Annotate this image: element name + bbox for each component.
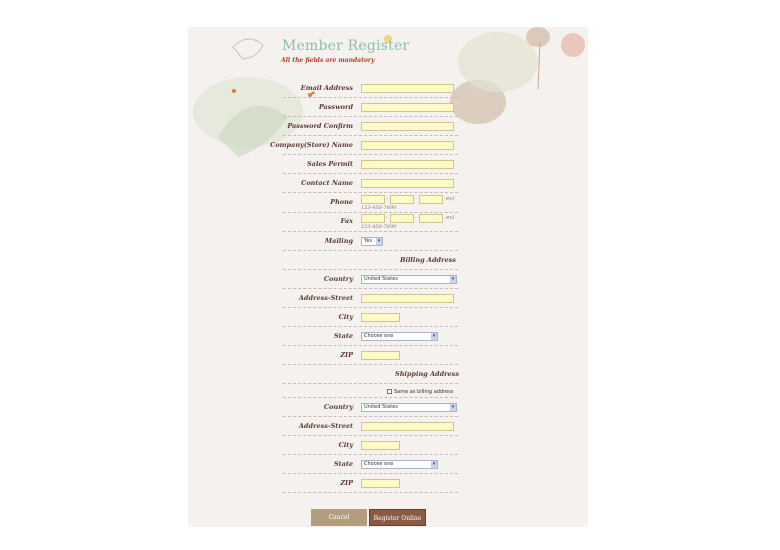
billing-country-label: Country [323, 275, 353, 283]
page-subtitle: All the fields are mandatory [281, 57, 375, 64]
divider [283, 454, 458, 455]
divider [283, 116, 458, 117]
password-label: Password [318, 103, 353, 111]
divider [283, 154, 458, 155]
fax-example-prefix: ex) [446, 215, 455, 221]
phone-label: Phone [330, 198, 353, 206]
email-label: Email Address [300, 84, 353, 92]
password-confirm-input[interactable] [361, 122, 454, 131]
phone-part3-input[interactable] [419, 195, 443, 204]
billing-street-label: Address-Street [298, 294, 353, 302]
shipping-zip-input[interactable] [361, 479, 400, 488]
fax-dash: - [386, 215, 388, 221]
chevron-down-icon: ▾ [450, 276, 456, 283]
phone-part2-input[interactable] [390, 195, 414, 204]
divider [283, 364, 458, 365]
billing-country-value: United States [364, 276, 398, 282]
mailing-select[interactable]: Yes ▾ [361, 237, 383, 246]
company-input[interactable] [361, 141, 454, 150]
password-input[interactable] [361, 103, 454, 112]
company-label: Company(Store) Name [270, 141, 353, 149]
billing-state-value: Choose one [364, 333, 394, 339]
shipping-country-value: United States [364, 404, 398, 410]
contact-name-label: Contact Name [301, 179, 353, 187]
billing-zip-label: ZIP [340, 351, 353, 359]
fax-part3-input[interactable] [419, 214, 443, 223]
divider [283, 250, 458, 251]
divider [283, 288, 458, 289]
fax-label: Fax [340, 217, 353, 225]
sales-permit-label: Sales Permit [306, 160, 353, 168]
divider [283, 435, 458, 436]
password-confirm-label: Password Confirm [287, 122, 353, 130]
divider [283, 173, 458, 174]
shipping-address-heading: Shipping Address [395, 370, 459, 378]
divider [283, 397, 458, 398]
divider [283, 231, 458, 232]
divider [283, 97, 458, 98]
mailing-select-value: Yes [364, 238, 373, 244]
fax-dash: - [415, 215, 417, 221]
email-input[interactable] [361, 84, 454, 93]
mailing-label: Mailing [324, 237, 353, 245]
shipping-street-label: Address-Street [298, 422, 353, 430]
billing-city-input[interactable] [361, 313, 400, 322]
fax-part2-input[interactable] [390, 214, 414, 223]
chevron-down-icon: ▾ [450, 404, 456, 411]
phone-part1-input[interactable] [361, 195, 385, 204]
divider [283, 473, 458, 474]
contact-name-input[interactable] [361, 179, 454, 188]
shipping-city-input[interactable] [361, 441, 400, 450]
page-title: Member Register [282, 38, 410, 54]
sales-permit-input[interactable] [361, 160, 454, 169]
divider [283, 307, 458, 308]
billing-address-heading: Billing Address [400, 256, 456, 264]
shipping-street-input[interactable] [361, 422, 454, 431]
divider [283, 192, 458, 193]
chevron-down-icon: ▾ [376, 238, 382, 245]
divider [283, 326, 458, 327]
fax-example-hint: 123-456-7890 [361, 224, 397, 230]
billing-street-input[interactable] [361, 294, 454, 303]
divider [283, 416, 458, 417]
register-online-button[interactable]: Register Online [369, 509, 426, 526]
shipping-country-select[interactable]: United States ▾ [361, 403, 457, 412]
same-as-billing-label[interactable]: Same as billing address [394, 389, 453, 395]
fax-part1-input[interactable] [361, 214, 385, 223]
divider [283, 135, 458, 136]
same-as-billing-checkbox[interactable] [387, 389, 392, 394]
divider [283, 345, 458, 346]
shipping-state-value: Choose one [364, 461, 394, 467]
shipping-state-label: State [333, 460, 353, 468]
phone-dash: - [386, 196, 388, 202]
billing-city-label: City [338, 313, 353, 321]
shipping-country-label: Country [323, 403, 353, 411]
shipping-zip-label: ZIP [340, 479, 353, 487]
chevron-down-icon: ▾ [431, 461, 437, 468]
divider [283, 492, 458, 493]
phone-example-hint: 123-456-7890 [361, 205, 397, 211]
chevron-down-icon: ▾ [431, 333, 437, 340]
shipping-city-label: City [338, 441, 353, 449]
cancel-button[interactable]: Cancel [311, 509, 367, 526]
register-panel: Member Register All the fields are manda… [188, 27, 588, 527]
billing-zip-input[interactable] [361, 351, 400, 360]
divider [283, 212, 458, 213]
billing-state-label: State [333, 332, 353, 340]
shipping-state-select[interactable]: Choose one ▾ [361, 460, 438, 469]
divider [283, 269, 458, 270]
phone-dash: - [415, 196, 417, 202]
billing-country-select[interactable]: United States ▾ [361, 275, 457, 284]
phone-example-prefix: ex) [446, 196, 455, 202]
divider [283, 383, 458, 384]
billing-state-select[interactable]: Choose one ▾ [361, 332, 438, 341]
